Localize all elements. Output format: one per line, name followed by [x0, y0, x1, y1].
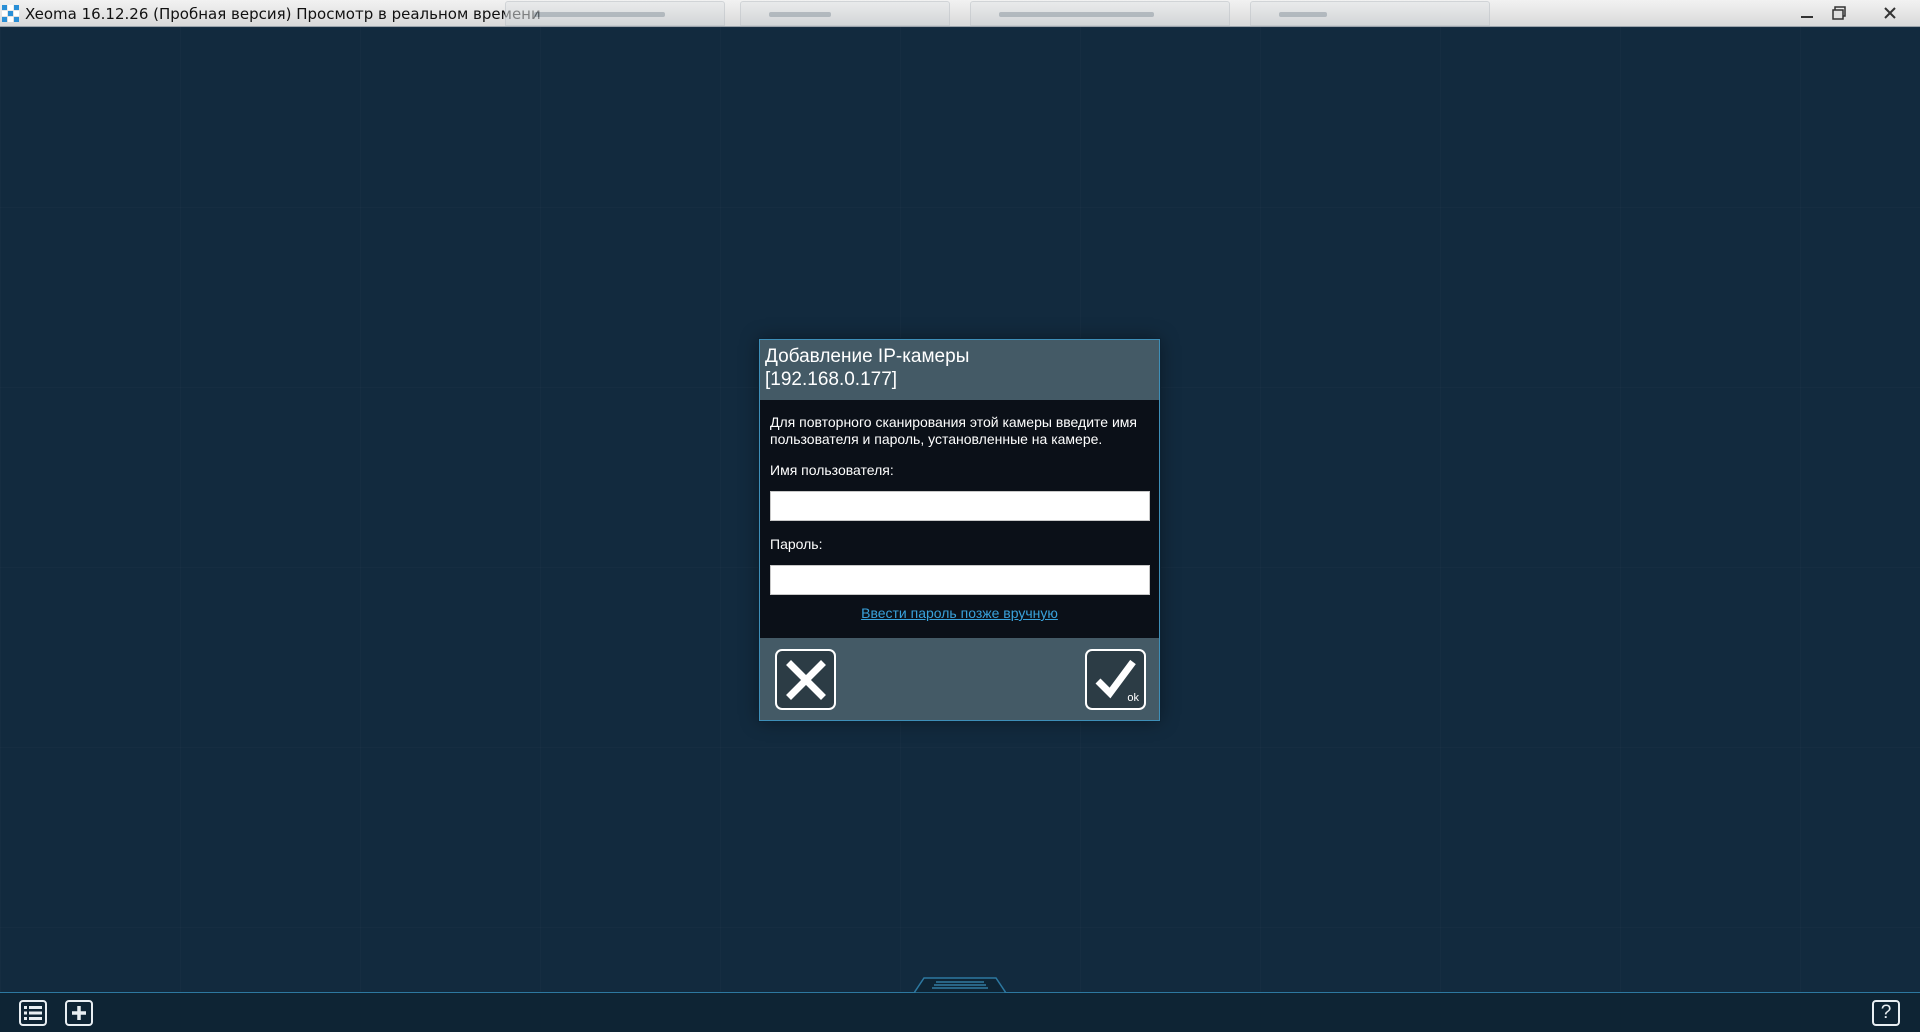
- background-tab: [505, 1, 725, 26]
- background-tab: [1250, 1, 1490, 26]
- minimize-icon: [1801, 15, 1813, 18]
- bottom-toolbar: [0, 992, 1920, 1032]
- dialog-body: Для повторного сканирования этой камеры …: [760, 400, 1159, 638]
- close-icon: [1884, 6, 1896, 19]
- dialog-header: Добавление IP-камеры [192.168.0.177]: [760, 340, 1159, 400]
- add-camera-button[interactable]: [65, 1000, 93, 1026]
- maximize-icon: [1832, 5, 1846, 20]
- dialog-camera-address: [192.168.0.177]: [765, 369, 898, 390]
- x-icon: [785, 659, 826, 700]
- password-input[interactable]: [770, 565, 1150, 595]
- xeoma-app-icon: [2, 5, 19, 22]
- username-input[interactable]: [770, 491, 1150, 521]
- window-titlebar: Xeoma 16.12.26 (Пробная версия) Просмотр…: [0, 0, 1920, 27]
- dialog-title: Добавление IP-камеры: [765, 346, 970, 367]
- maximize-button[interactable]: [1820, 0, 1858, 25]
- panel-drag-handle[interactable]: [914, 977, 1006, 993]
- password-label: Пароль:: [770, 536, 823, 552]
- ok-label: ok: [1127, 692, 1139, 704]
- add-ip-camera-dialog: Добавление IP-камеры [192.168.0.177] Для…: [759, 339, 1160, 721]
- help-button[interactable]: ?: [1872, 1000, 1900, 1026]
- list-icon: [24, 1006, 42, 1020]
- ok-button[interactable]: ok: [1085, 649, 1146, 710]
- background-taskbar-tabs: [490, 0, 1760, 26]
- dialog-footer: ok: [760, 638, 1159, 720]
- background-tab: [740, 1, 950, 26]
- background-tab: [970, 1, 1230, 26]
- close-window-button[interactable]: [1866, 0, 1914, 25]
- dialog-description: Для повторного сканирования этой камеры …: [770, 414, 1137, 447]
- plus-icon: [72, 1006, 86, 1020]
- enter-password-later-link[interactable]: Ввести пароль позже вручную: [760, 605, 1159, 621]
- username-label: Имя пользователя:: [770, 462, 894, 478]
- window-title: Xeoma 16.12.26 (Пробная версия) Просмотр…: [25, 5, 541, 23]
- camera-list-button[interactable]: [19, 1000, 47, 1026]
- cancel-button[interactable]: [775, 649, 836, 710]
